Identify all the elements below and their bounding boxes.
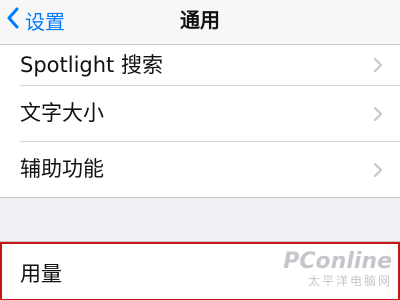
chevron-right-icon <box>372 106 384 122</box>
settings-row-accessibility[interactable]: 辅助功能 <box>0 141 400 197</box>
group-divider <box>0 197 400 198</box>
settings-row-label: 文字大小 <box>20 101 104 125</box>
chevron-right-icon <box>372 162 384 178</box>
settings-group-usage: 用量 <box>0 241 400 300</box>
settings-row-label: 用量 <box>20 262 62 286</box>
chevron-right-icon <box>372 57 384 73</box>
settings-group: Spotlight 搜索 文字大小 辅助功能 <box>0 45 400 197</box>
navigation-bar: 设置 通用 <box>0 0 400 45</box>
settings-row-label: Spotlight 搜索 <box>20 53 163 77</box>
settings-row-usage[interactable]: 用量 <box>0 242 400 298</box>
settings-row-label: 辅助功能 <box>20 157 104 181</box>
settings-general-screen: 设置 通用 Spotlight 搜索 文字大小 辅助功能 用量 PConline… <box>0 0 400 300</box>
page-title: 通用 <box>180 8 220 32</box>
settings-row-spotlight-search[interactable]: Spotlight 搜索 <box>0 45 400 85</box>
settings-row-text-size[interactable]: 文字大小 <box>0 85 400 141</box>
